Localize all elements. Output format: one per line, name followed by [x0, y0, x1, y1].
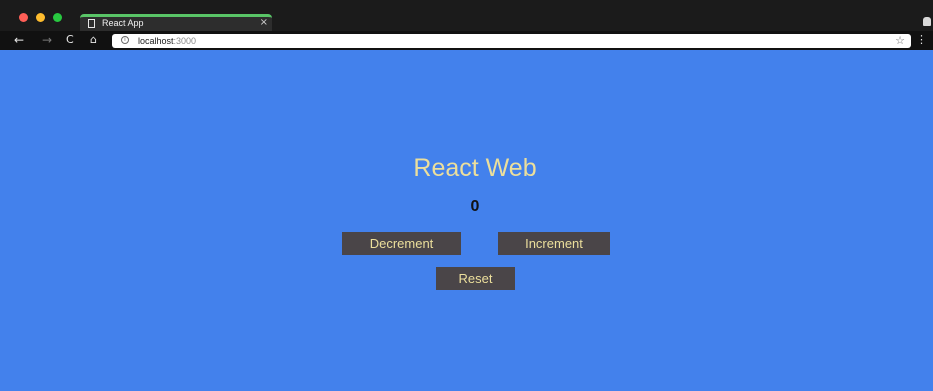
url-port: :3000	[173, 36, 197, 46]
browser-window: React App × ← → C ⌂ i localhost:3000 ☆ ⋮…	[0, 0, 933, 391]
tab-title: React App	[102, 18, 144, 28]
bookmark-star-icon[interactable]: ☆	[895, 34, 905, 48]
decrement-button[interactable]: Decrement	[342, 232, 461, 255]
forward-arrow-icon[interactable]: →	[42, 32, 52, 48]
tab-close-icon[interactable]: ×	[260, 17, 268, 29]
address-bar[interactable]: i localhost:3000 ☆	[112, 34, 911, 48]
tab-strip: React App ×	[0, 0, 933, 31]
reset-button[interactable]: Reset	[436, 267, 515, 290]
back-arrow-icon[interactable]: ←	[14, 32, 24, 48]
increment-button[interactable]: Increment	[498, 232, 610, 255]
window-maximize-icon[interactable]	[53, 13, 62, 22]
kebab-menu-icon[interactable]: ⋮	[916, 32, 927, 48]
home-icon[interactable]: ⌂	[90, 32, 97, 48]
window-close-icon[interactable]	[19, 13, 28, 22]
counter-value: 0	[470, 198, 480, 215]
app-title: React Web	[413, 154, 537, 182]
page-icon	[88, 19, 95, 28]
profile-icon[interactable]	[923, 17, 931, 26]
reload-icon[interactable]: C	[66, 32, 74, 48]
browser-toolbar: ← → C ⌂ i localhost:3000 ☆ ⋮	[0, 31, 933, 50]
window-minimize-icon[interactable]	[36, 13, 45, 22]
url-text[interactable]: localhost:3000	[138, 35, 196, 47]
url-host: localhost	[138, 36, 174, 46]
info-icon[interactable]: i	[121, 36, 129, 44]
page-viewport: React Web 0 Decrement Increment Reset	[0, 50, 933, 391]
tab-react-app[interactable]: React App ×	[80, 14, 272, 31]
